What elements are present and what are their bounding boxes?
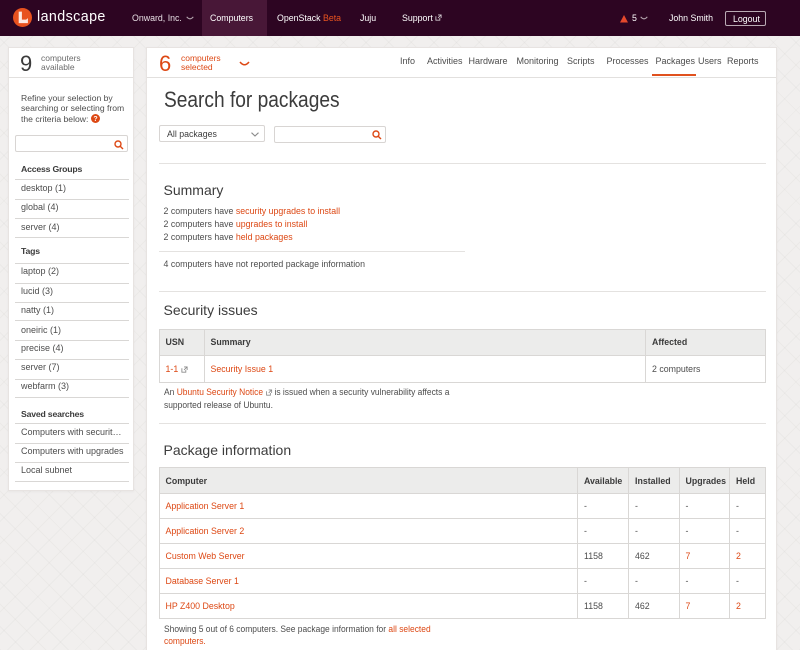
svg-text:?: ?	[93, 116, 97, 123]
